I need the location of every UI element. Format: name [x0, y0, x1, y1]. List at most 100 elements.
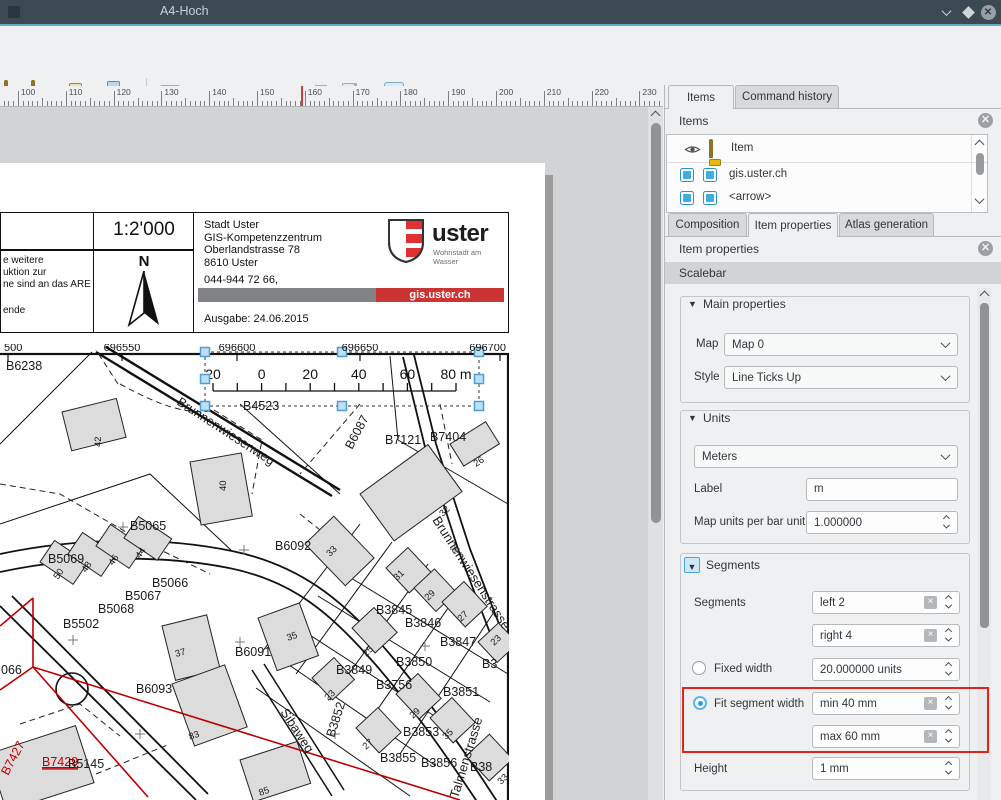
ruler-tick [391, 101, 392, 106]
items-table-header: Item [667, 135, 987, 163]
visibility-checkbox[interactable] [680, 168, 694, 182]
ruler-tick [271, 101, 272, 106]
map-combobox[interactable]: Map 0 [724, 333, 958, 356]
canvas-vertical-scrollbar[interactable] [648, 107, 663, 800]
ruler-tick [290, 101, 291, 106]
spin-down-icon[interactable] [944, 635, 951, 642]
tab-command-history[interactable]: Command history [735, 85, 839, 108]
lock-checkbox[interactable] [703, 191, 717, 205]
ruler-tick [267, 101, 268, 106]
maximize-button[interactable] [960, 4, 976, 20]
ruler-tick [147, 101, 148, 106]
map-label: B6092 [275, 539, 311, 553]
uster-wordmark: uster [432, 220, 488, 248]
items-list-scrollbar[interactable] [971, 135, 987, 212]
label-input[interactable]: m [806, 478, 958, 501]
coordinate-labels: 500696550696600696650696700 [4, 344, 506, 354]
map-label: B3756 [376, 678, 412, 692]
items-dock-header: Items ✕ [665, 109, 1001, 133]
visibility-checkbox[interactable] [680, 191, 694, 205]
ruler-tick [99, 101, 100, 106]
ruler-tick [525, 101, 526, 106]
fixed-width-spinbox[interactable]: 20.000000 units [812, 658, 960, 681]
composition-canvas[interactable]: e weitereuktion zurne sind an das AREend… [0, 107, 648, 800]
style-combobox[interactable]: Line Ticks Up [724, 366, 958, 389]
tab-item-properties[interactable]: Item properties [748, 213, 838, 237]
scroll-down-icon[interactable] [975, 194, 985, 204]
ruler-tick [659, 101, 660, 106]
height-label: Height [694, 763, 727, 775]
fit-max-spinbox[interactable]: max 60 mm × [812, 725, 960, 748]
tab-command-history-label: Command history [742, 91, 832, 103]
scrollbar-thumb[interactable] [651, 123, 661, 523]
ruler-tick [190, 101, 191, 106]
map-label: B7121 [385, 433, 421, 447]
title-bar[interactable]: A4-Hoch ✕ [0, 0, 1001, 24]
ruler-tick [606, 101, 607, 106]
scroll-up-icon[interactable] [651, 111, 661, 121]
spin-down-icon[interactable] [944, 602, 951, 609]
fixed-width-radio[interactable] [692, 661, 706, 675]
ruler-tick [463, 101, 464, 106]
collapse-triangle-icon[interactable]: ▼ [684, 557, 700, 573]
scroll-up-icon[interactable] [975, 140, 985, 150]
ruler-tick [353, 91, 354, 106]
close-button[interactable]: ✕ [980, 4, 996, 20]
clear-icon[interactable]: × [924, 629, 937, 642]
ruler-tick [362, 101, 363, 106]
scrollbar-thumb[interactable] [980, 303, 989, 628]
item-row[interactable]: <arrow> [667, 187, 987, 210]
clear-icon[interactable]: × [924, 730, 937, 743]
spin-down-icon[interactable] [944, 736, 951, 743]
segments-right-spinbox[interactable]: right 4 × [812, 624, 960, 647]
minimize-icon [941, 6, 951, 16]
items-close-button[interactable]: ✕ [978, 113, 993, 128]
horizontal-ruler: 1001101201301401501601701801902002102202… [0, 86, 663, 107]
map-label: B3845 [376, 603, 412, 617]
map-item[interactable]: 20020406080 m B6238B4523B5065B5069B5066B… [0, 344, 509, 800]
scalebar-item[interactable]: 20020406080 m [205, 366, 471, 391]
map-canvas[interactable]: 20020406080 m B6238B4523B5065B5069B5066B… [0, 344, 509, 800]
scrollbar-thumb[interactable] [976, 153, 984, 175]
collapse-triangle-icon[interactable]: ▼ [688, 299, 697, 309]
units-combobox[interactable]: Meters [694, 445, 958, 468]
ruler-tick [563, 101, 564, 106]
properties-close-button[interactable]: ✕ [978, 241, 993, 256]
tab-items[interactable]: Items [668, 85, 734, 109]
spin-down-icon[interactable] [942, 522, 949, 529]
app-menu-icon[interactable] [8, 6, 20, 18]
item-row[interactable]: gis.uster.ch [667, 164, 987, 187]
fit-min-spinbox[interactable]: min 40 mm × [812, 692, 960, 715]
segments-left-spinbox[interactable]: left 2 × [812, 591, 960, 614]
tab-atlas-generation[interactable]: Atlas generation [839, 213, 934, 236]
tab-composition[interactable]: Composition [668, 213, 747, 236]
items-table[interactable]: Item gis.uster.ch <arrow> [666, 134, 988, 213]
lock-checkbox[interactable] [703, 168, 717, 182]
map-label: B6091 [235, 645, 271, 659]
composition-page[interactable]: e weitereuktion zurne sind an das AREend… [0, 163, 545, 800]
clear-icon[interactable]: × [924, 596, 937, 609]
item-type-bar: Scalebar [665, 262, 1001, 284]
ruler-label: 210 [547, 87, 561, 97]
tab-composition-label: Composition [676, 219, 740, 231]
minimize-button[interactable] [938, 4, 954, 20]
tab-items-label: Items [687, 92, 715, 104]
map-units-per-bar-unit-spinbox[interactable]: 1.000000 [806, 511, 958, 534]
chevron-down-icon [941, 338, 951, 348]
spin-down-icon[interactable] [944, 669, 951, 676]
properties-scrollbar[interactable] [977, 288, 991, 800]
ruler-tick [405, 101, 406, 106]
ruler-tick [439, 101, 440, 106]
spin-down-icon[interactable] [944, 703, 951, 710]
spin-down-icon[interactable] [944, 768, 951, 775]
ruler-tick [85, 101, 86, 106]
ruler-tick [314, 101, 315, 106]
fit-segment-width-radio[interactable] [693, 696, 707, 710]
scroll-up-icon[interactable] [979, 291, 989, 301]
collapse-triangle-icon[interactable]: ▼ [688, 413, 697, 423]
clear-icon[interactable]: × [924, 697, 937, 710]
ruler-tick [515, 101, 516, 106]
height-spinbox[interactable]: 1 mm [812, 757, 960, 780]
style-label: Style [694, 371, 720, 383]
map-units-per-bar-unit-label: Map units per bar unit [694, 516, 805, 528]
